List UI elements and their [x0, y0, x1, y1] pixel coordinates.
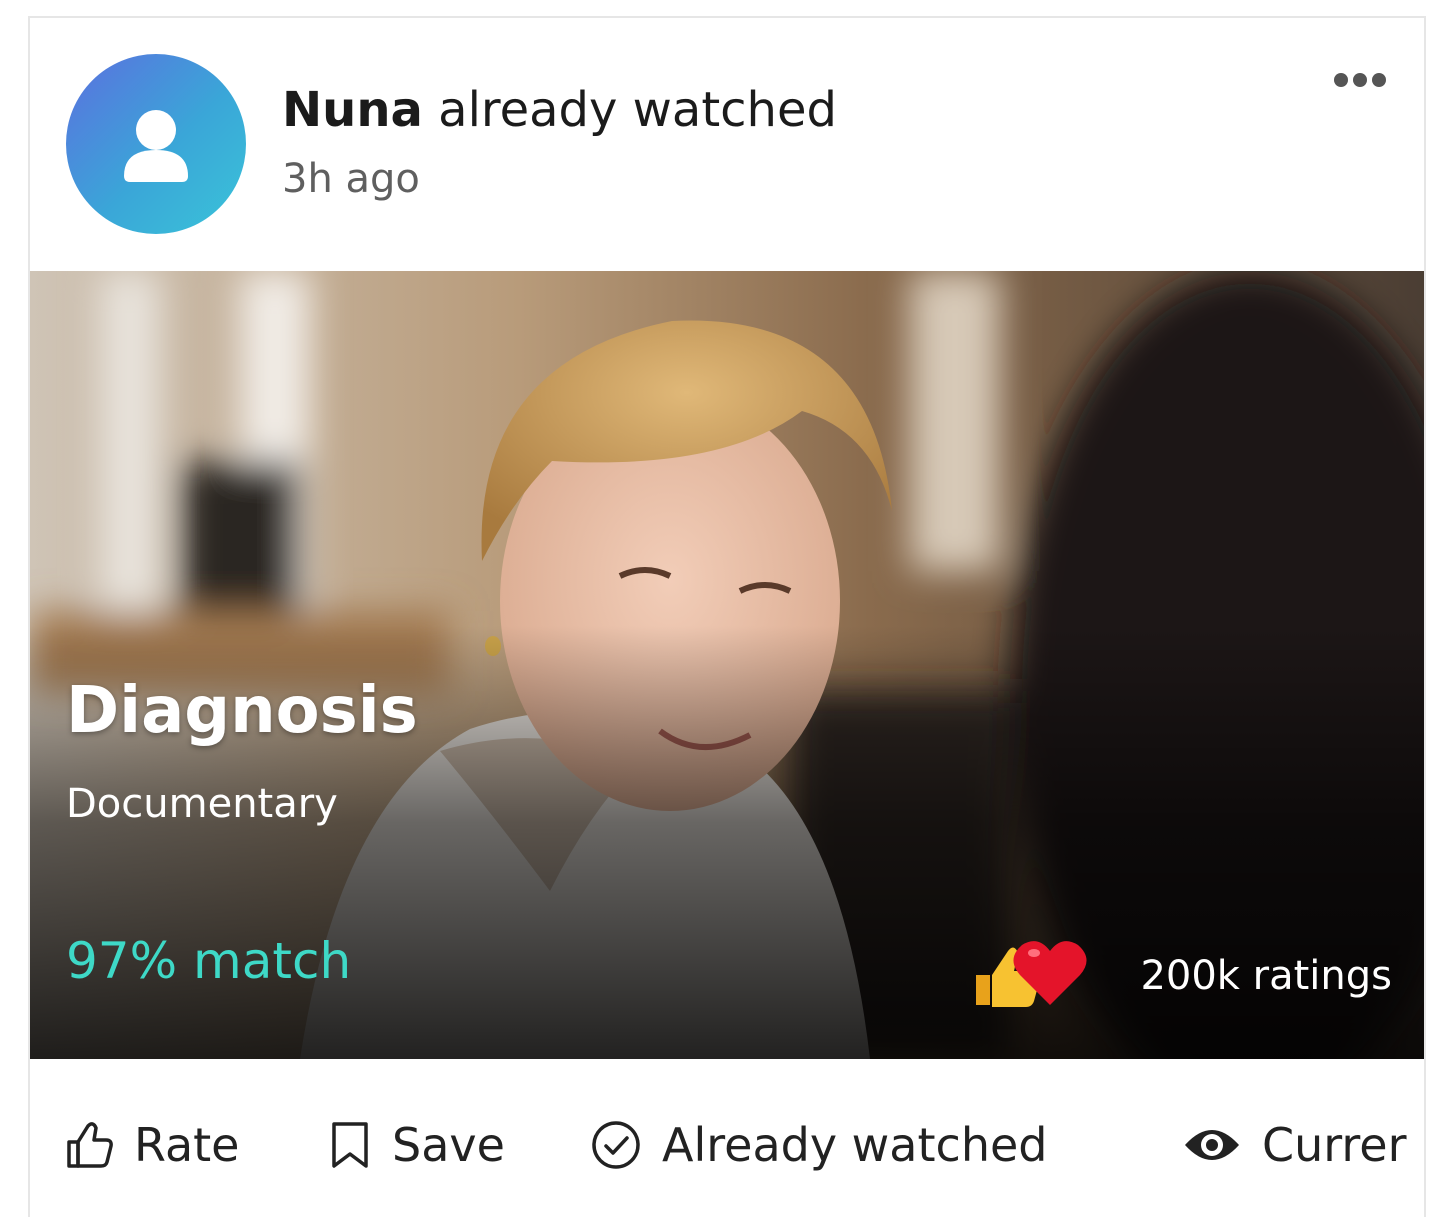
user-name[interactable]: Nuna: [282, 82, 423, 138]
show-genre: Documentary: [66, 781, 338, 827]
save-button[interactable]: Save: [328, 1115, 505, 1175]
already-watched-button[interactable]: Already watched: [590, 1115, 1047, 1175]
avatar[interactable]: [66, 54, 246, 234]
currently-watching-label: Currer: [1262, 1118, 1407, 1172]
show-title: Diagnosis: [66, 674, 418, 748]
more-options-icon[interactable]: [1332, 68, 1388, 92]
reaction-icons: [976, 941, 1087, 1007]
post-action-text: already watched: [422, 82, 837, 138]
feed-post-card: Nuna already watched 3h ago Diagnosis Do…: [28, 16, 1426, 1217]
post-timestamp: 3h ago: [282, 156, 420, 202]
thumbs-up-icon: [67, 1122, 113, 1168]
rate-label: Rate: [134, 1118, 240, 1172]
bookmark-icon: [332, 1122, 368, 1168]
check-circle-icon: [592, 1121, 640, 1169]
post-header: Nuna already watched 3h ago: [282, 80, 837, 204]
ratings-count: 200k ratings: [1140, 953, 1392, 999]
post-headline: Nuna already watched: [282, 80, 837, 140]
media-thumbnail[interactable]: Diagnosis Documentary 97% match 200k rat…: [30, 271, 1424, 1059]
rate-button[interactable]: Rate: [64, 1115, 239, 1175]
currently-watching-button[interactable]: Currer: [1182, 1115, 1407, 1175]
eye-icon: [1185, 1130, 1239, 1160]
already-watched-label: Already watched: [662, 1118, 1048, 1172]
action-bar: Rate Save Already watched Currer: [30, 1059, 1424, 1217]
save-label: Save: [392, 1118, 505, 1172]
match-score: 97% match: [66, 932, 352, 990]
user-icon: [124, 110, 188, 182]
